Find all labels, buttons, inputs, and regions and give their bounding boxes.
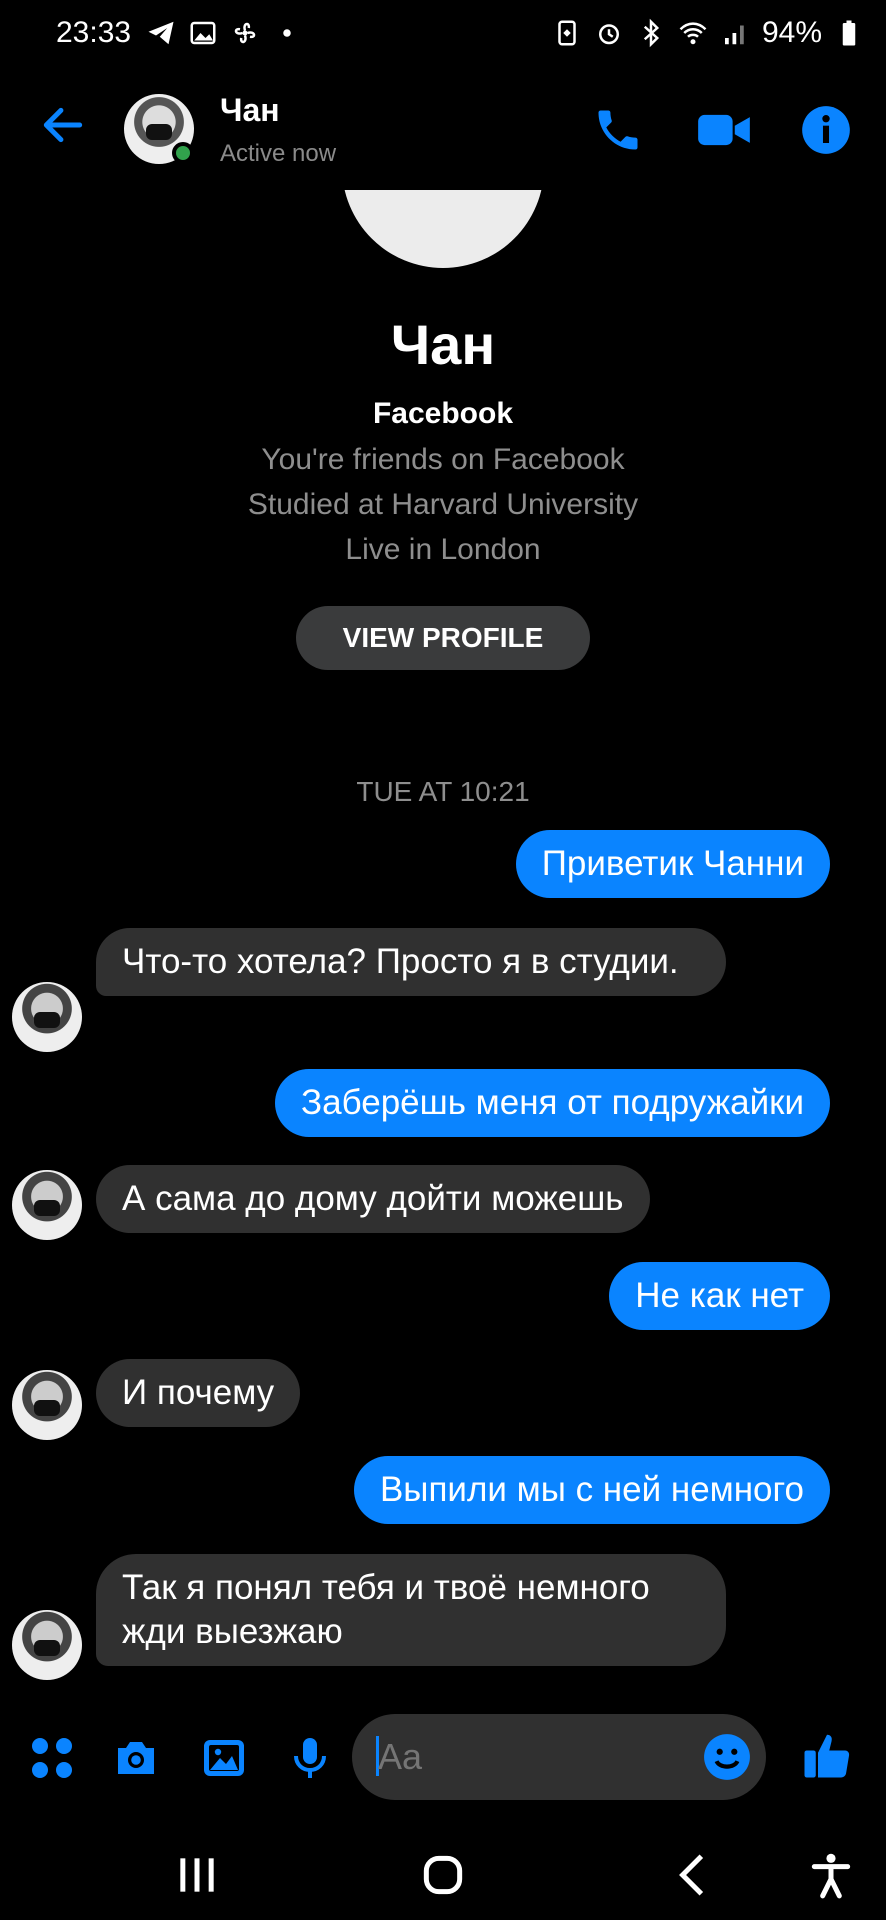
gallery-icon [190,21,216,45]
image-icon[interactable] [200,1734,248,1782]
signal-icon [724,25,744,45]
bluetooth-icon [643,18,660,48]
battery-icon [842,20,856,46]
camera-icon[interactable] [112,1734,160,1782]
message-input[interactable] [378,1736,678,1778]
message-timestamp: TUE AT 10:21 [356,776,530,807]
profile-location: Live in London [345,533,541,566]
outgoing-message[interactable]: Не как нет [609,1262,830,1330]
profile-friends-info: You're friends on Facebook [261,443,625,476]
status-time: 23:33 [56,16,132,49]
avatar[interactable] [12,982,82,1052]
outgoing-message[interactable]: Приветик Чанни [515,830,830,898]
recent-apps-icon[interactable] [172,1850,222,1900]
avatar[interactable] [12,1170,82,1240]
fan-icon [234,22,256,44]
battery-percent: 94% [761,16,822,49]
incoming-message[interactable]: Что-то хотела? Просто я в студии. [96,928,726,996]
back-arrow-icon[interactable] [38,100,88,150]
contact-name[interactable]: Чан [220,92,280,129]
chat-header: Чан Active now [0,70,886,190]
telegram-icon [148,21,174,45]
avatar[interactable] [12,1370,82,1440]
video-camera-icon[interactable] [696,104,752,156]
notification-icons [146,18,302,48]
message-composer [0,1712,886,1800]
wifi-icon [679,22,707,45]
incoming-message[interactable]: Так я понял тебя и твоё немного жди выез… [96,1554,726,1666]
accessibility-icon[interactable] [806,1850,856,1900]
profile-education: Studied at Harvard University [247,488,639,521]
outgoing-message[interactable]: Выпили мы с ней немного [353,1456,830,1524]
system-icons: 94% [552,16,864,50]
message-input-container[interactable] [352,1714,766,1800]
emoji-icon[interactable] [702,1732,752,1782]
contact-status: Active now [220,140,337,167]
view-profile-button[interactable]: VIEW PROFILE [296,606,590,670]
thumbs-up-icon[interactable] [800,1728,854,1782]
avatar[interactable] [12,1610,82,1680]
microphone-icon[interactable] [286,1734,334,1782]
profile-source: Facebook [372,397,514,430]
battery-saver-icon [558,20,576,46]
status-bar: 23:33 94% [0,0,886,70]
outgoing-message[interactable]: Заберёшь меня от подружайки [274,1069,830,1137]
apps-grid-icon[interactable] [28,1734,76,1782]
incoming-message[interactable]: А сама до дому дойти можешь [96,1165,650,1233]
info-icon[interactable] [800,104,852,156]
profile-name: Чан [390,313,496,376]
phone-icon[interactable] [592,104,644,156]
alarm-icon [598,24,619,45]
system-navigation-bar [0,1820,886,1920]
online-indicator [172,142,194,164]
incoming-message[interactable]: И почему [96,1359,301,1427]
home-icon[interactable] [418,1850,468,1900]
back-icon[interactable] [668,1850,718,1900]
dot-icon [283,29,291,37]
